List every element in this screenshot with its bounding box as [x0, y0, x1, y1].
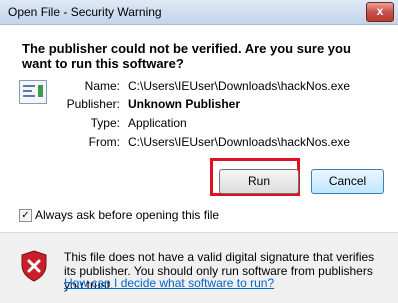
- name-value: C:\Users\IEUser\Downloads\hackNos.exe: [128, 79, 351, 93]
- shield-warning-icon: [21, 250, 47, 282]
- title-bar: Open File - Security Warning x: [0, 0, 398, 25]
- type-value: Application: [128, 116, 187, 130]
- window-title: Open File - Security Warning: [8, 5, 162, 19]
- from-value: C:\Users\IEUser\Downloads\hackNos.exe: [128, 135, 351, 149]
- type-label: Type:: [90, 116, 120, 130]
- application-icon: [19, 80, 47, 104]
- always-ask-checkbox[interactable]: ✓: [19, 209, 32, 222]
- publisher-value: Unknown Publisher: [128, 97, 241, 111]
- help-link[interactable]: How can I decide what software to run?: [64, 276, 274, 290]
- always-ask-label[interactable]: Always ask before opening this file: [35, 208, 219, 222]
- checkmark-icon: ✓: [21, 210, 30, 221]
- close-icon: x: [376, 4, 384, 18]
- run-button[interactable]: Run: [219, 169, 299, 194]
- publisher-label: Publisher:: [66, 97, 120, 111]
- name-label: Name:: [84, 79, 120, 93]
- cancel-button[interactable]: Cancel: [311, 169, 384, 194]
- close-button[interactable]: x: [366, 2, 394, 22]
- dialog-heading: The publisher could not be verified. Are…: [22, 41, 351, 71]
- from-label: From:: [88, 135, 120, 149]
